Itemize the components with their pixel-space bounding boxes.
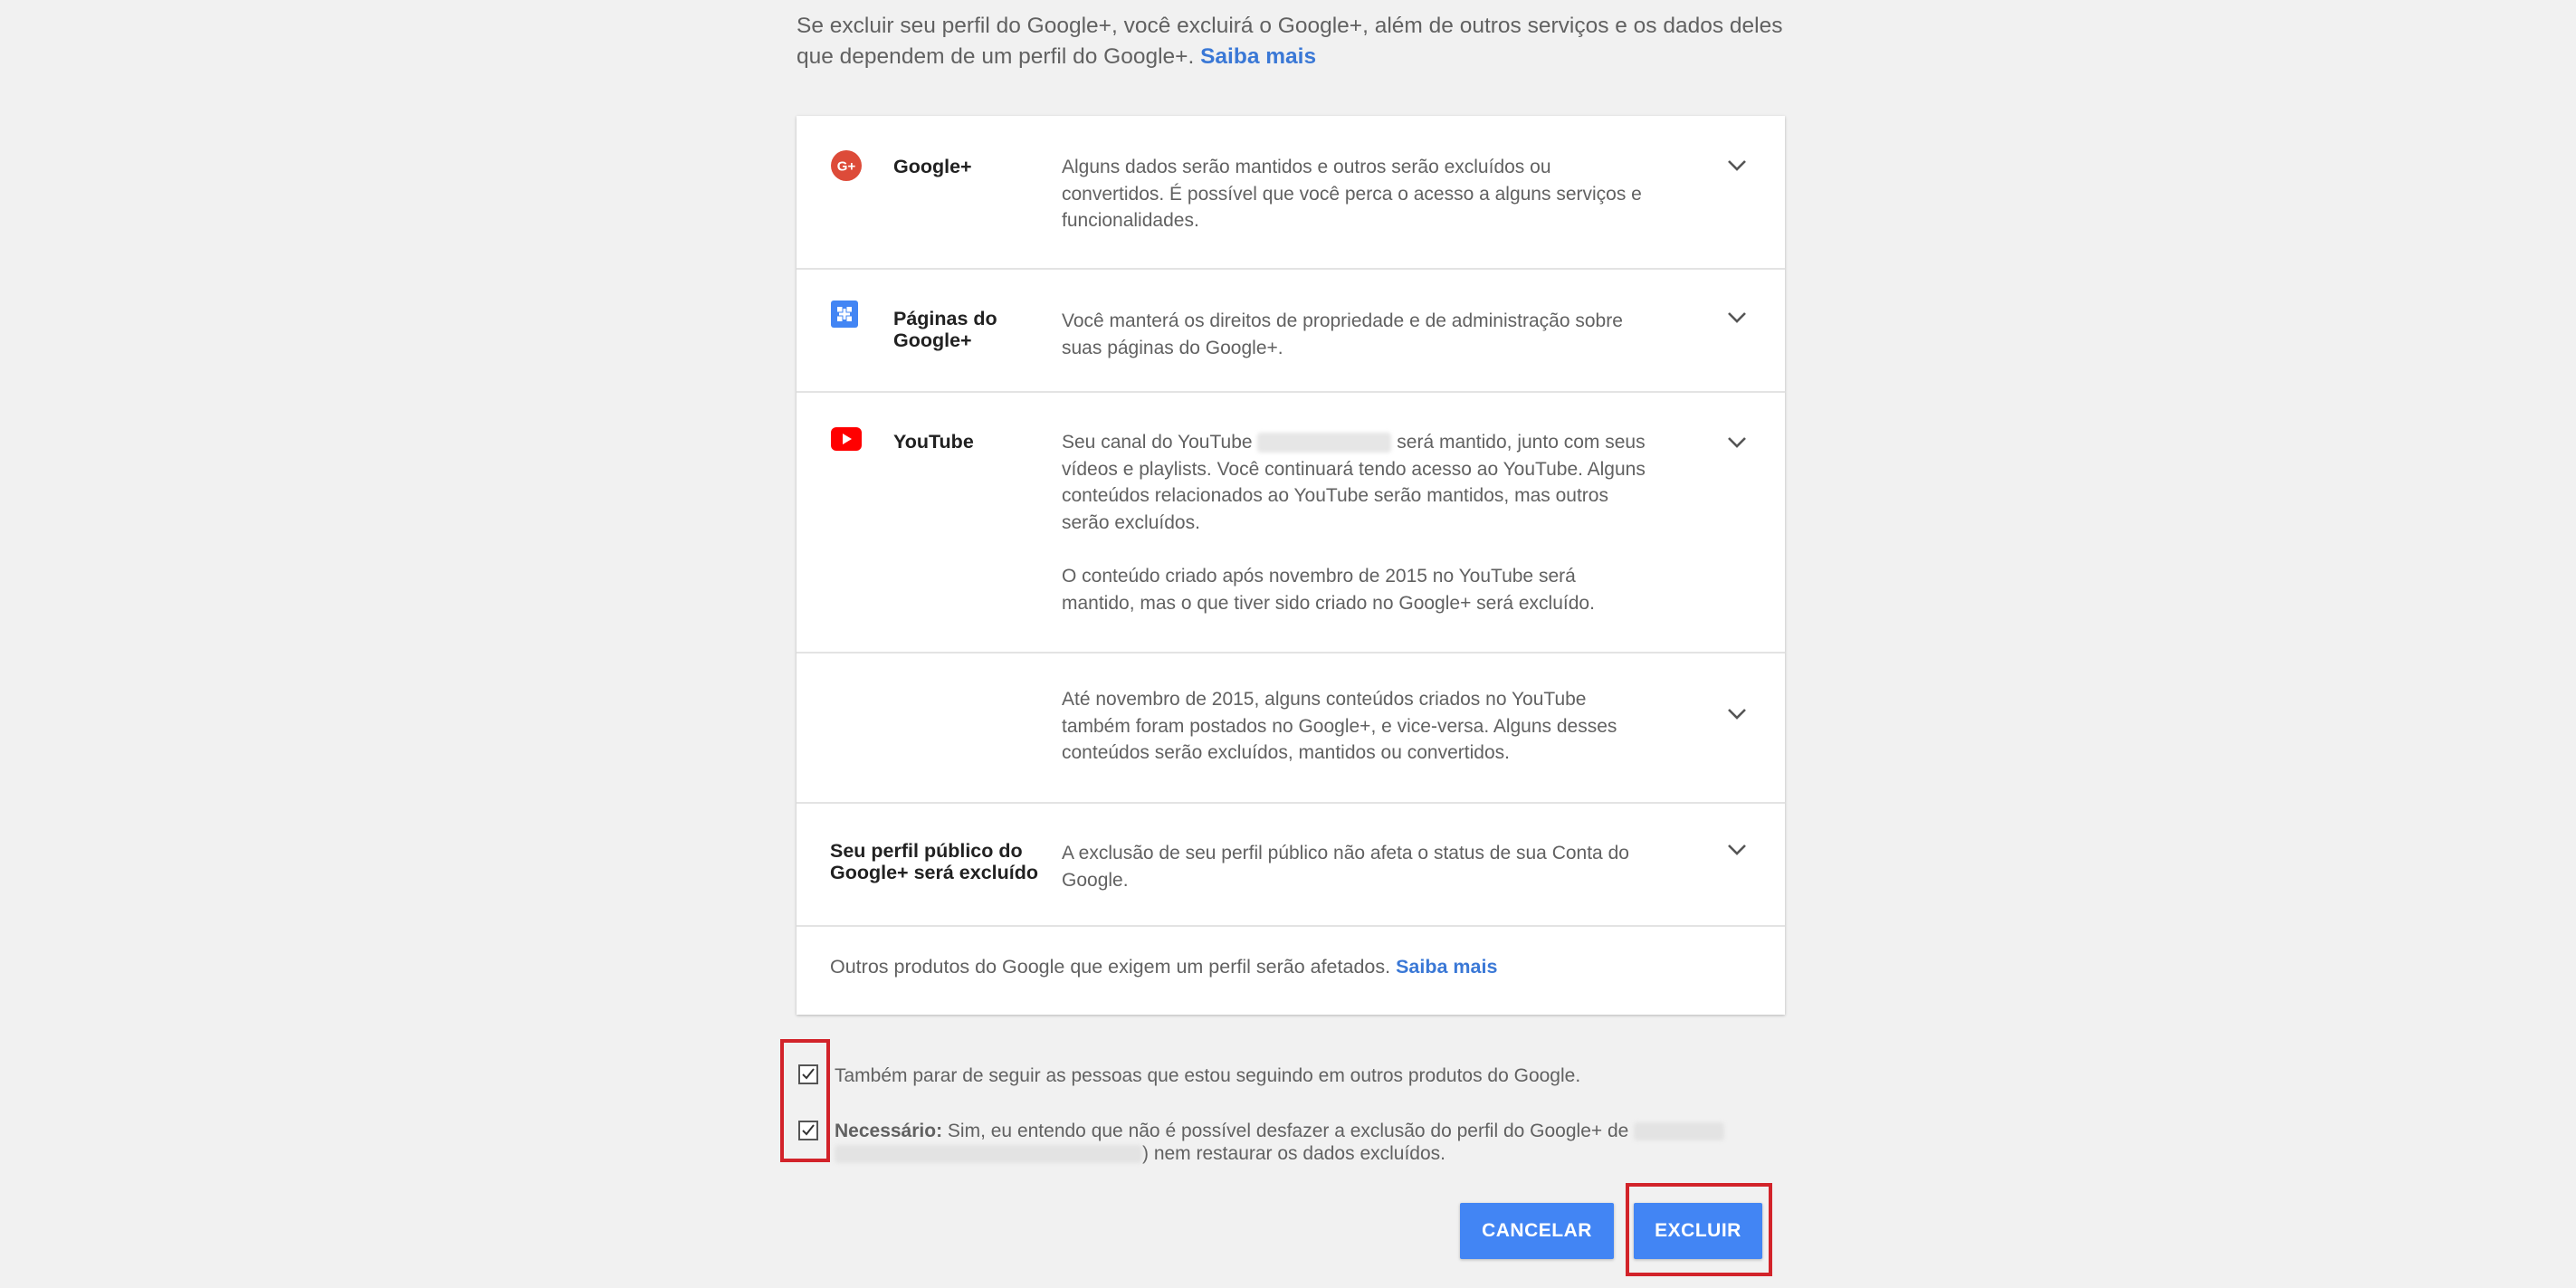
service-title: Seu perfil público do Google+ será exclu… (830, 840, 1039, 883)
youtube-description-start: Seu canal do YouTube (1062, 432, 1253, 453)
confirm-deletion-label: Necessário: Sim, eu entendo que não é po… (835, 1120, 1740, 1165)
youtube-description-secondary: O conteúdo criado após novembro de 2015 … (1062, 566, 1595, 614)
service-row-google-pages[interactable]: Páginas do Google+ Você manterá os direi… (797, 268, 1785, 393)
redacted-email (835, 1145, 1142, 1164)
cancel-button[interactable]: CANCELAR (1460, 1203, 1614, 1259)
service-row-google-plus[interactable]: G+ Google+ Alguns dados serão mantidos e… (797, 116, 1785, 270)
svg-text:G+: G+ (837, 159, 856, 175)
delete-button-highlight (1626, 1183, 1772, 1276)
service-description: Você manterá os direitos de propriedade … (1062, 310, 1623, 358)
chevron-down-icon[interactable] (1727, 844, 1747, 856)
service-description: Alguns dados serão mantidos e outros ser… (1062, 157, 1642, 231)
confirm-text-start: Sim, eu entendo que não é possível desfa… (947, 1121, 1629, 1141)
redacted-name (1634, 1122, 1725, 1141)
service-row-crosspost[interactable]: Até novembro de 2015, alguns conteúdos c… (797, 652, 1785, 804)
chevron-down-icon[interactable] (1727, 311, 1747, 324)
chevron-down-icon[interactable] (1727, 436, 1747, 449)
confirm-text-end: ) nem restaurar os dados excluídos. (1142, 1143, 1445, 1164)
service-title: YouTube (893, 431, 974, 453)
footer-note-label: Outros produtos do Google que exigem um … (830, 956, 1391, 978)
checkbox-highlight (780, 1039, 830, 1162)
footer-learn-more-link[interactable]: Saiba mais (1396, 956, 1497, 978)
chevron-down-icon[interactable] (1727, 159, 1747, 172)
service-description: Até novembro de 2015, alguns conteúdos c… (1062, 689, 1617, 763)
google-pages-icon (831, 301, 862, 331)
service-description: A exclusão de seu perfil público não afe… (1062, 843, 1629, 891)
footer-note: Outros produtos do Google que exigem um … (797, 925, 1785, 1015)
service-row-public-profile[interactable]: Seu perfil público do Google+ será exclu… (797, 802, 1785, 927)
intro-text: Se excluir seu perfil do Google+, você e… (797, 11, 1792, 72)
unfollow-label: Também parar de seguir as pessoas que es… (835, 1065, 1581, 1086)
redacted-channel-name (1257, 433, 1392, 453)
footer-note-text: Outros produtos do Google que exigem um … (830, 956, 1497, 978)
learn-more-link[interactable]: Saiba mais (1200, 44, 1316, 69)
service-row-youtube[interactable]: YouTube Seu canal do YouTube será mantid… (797, 391, 1785, 654)
service-title: Google+ (893, 156, 972, 177)
service-title: Páginas do Google+ (893, 308, 997, 351)
youtube-icon (831, 427, 862, 458)
required-label: Necessário: (835, 1121, 943, 1141)
service-description: Seu canal do YouTube será mantido, junto… (1062, 429, 1650, 616)
services-impact-card: G+ Google+ Alguns dados serão mantidos e… (797, 116, 1785, 1015)
chevron-down-icon[interactable] (1727, 708, 1747, 720)
google-plus-icon: G+ (831, 150, 862, 181)
